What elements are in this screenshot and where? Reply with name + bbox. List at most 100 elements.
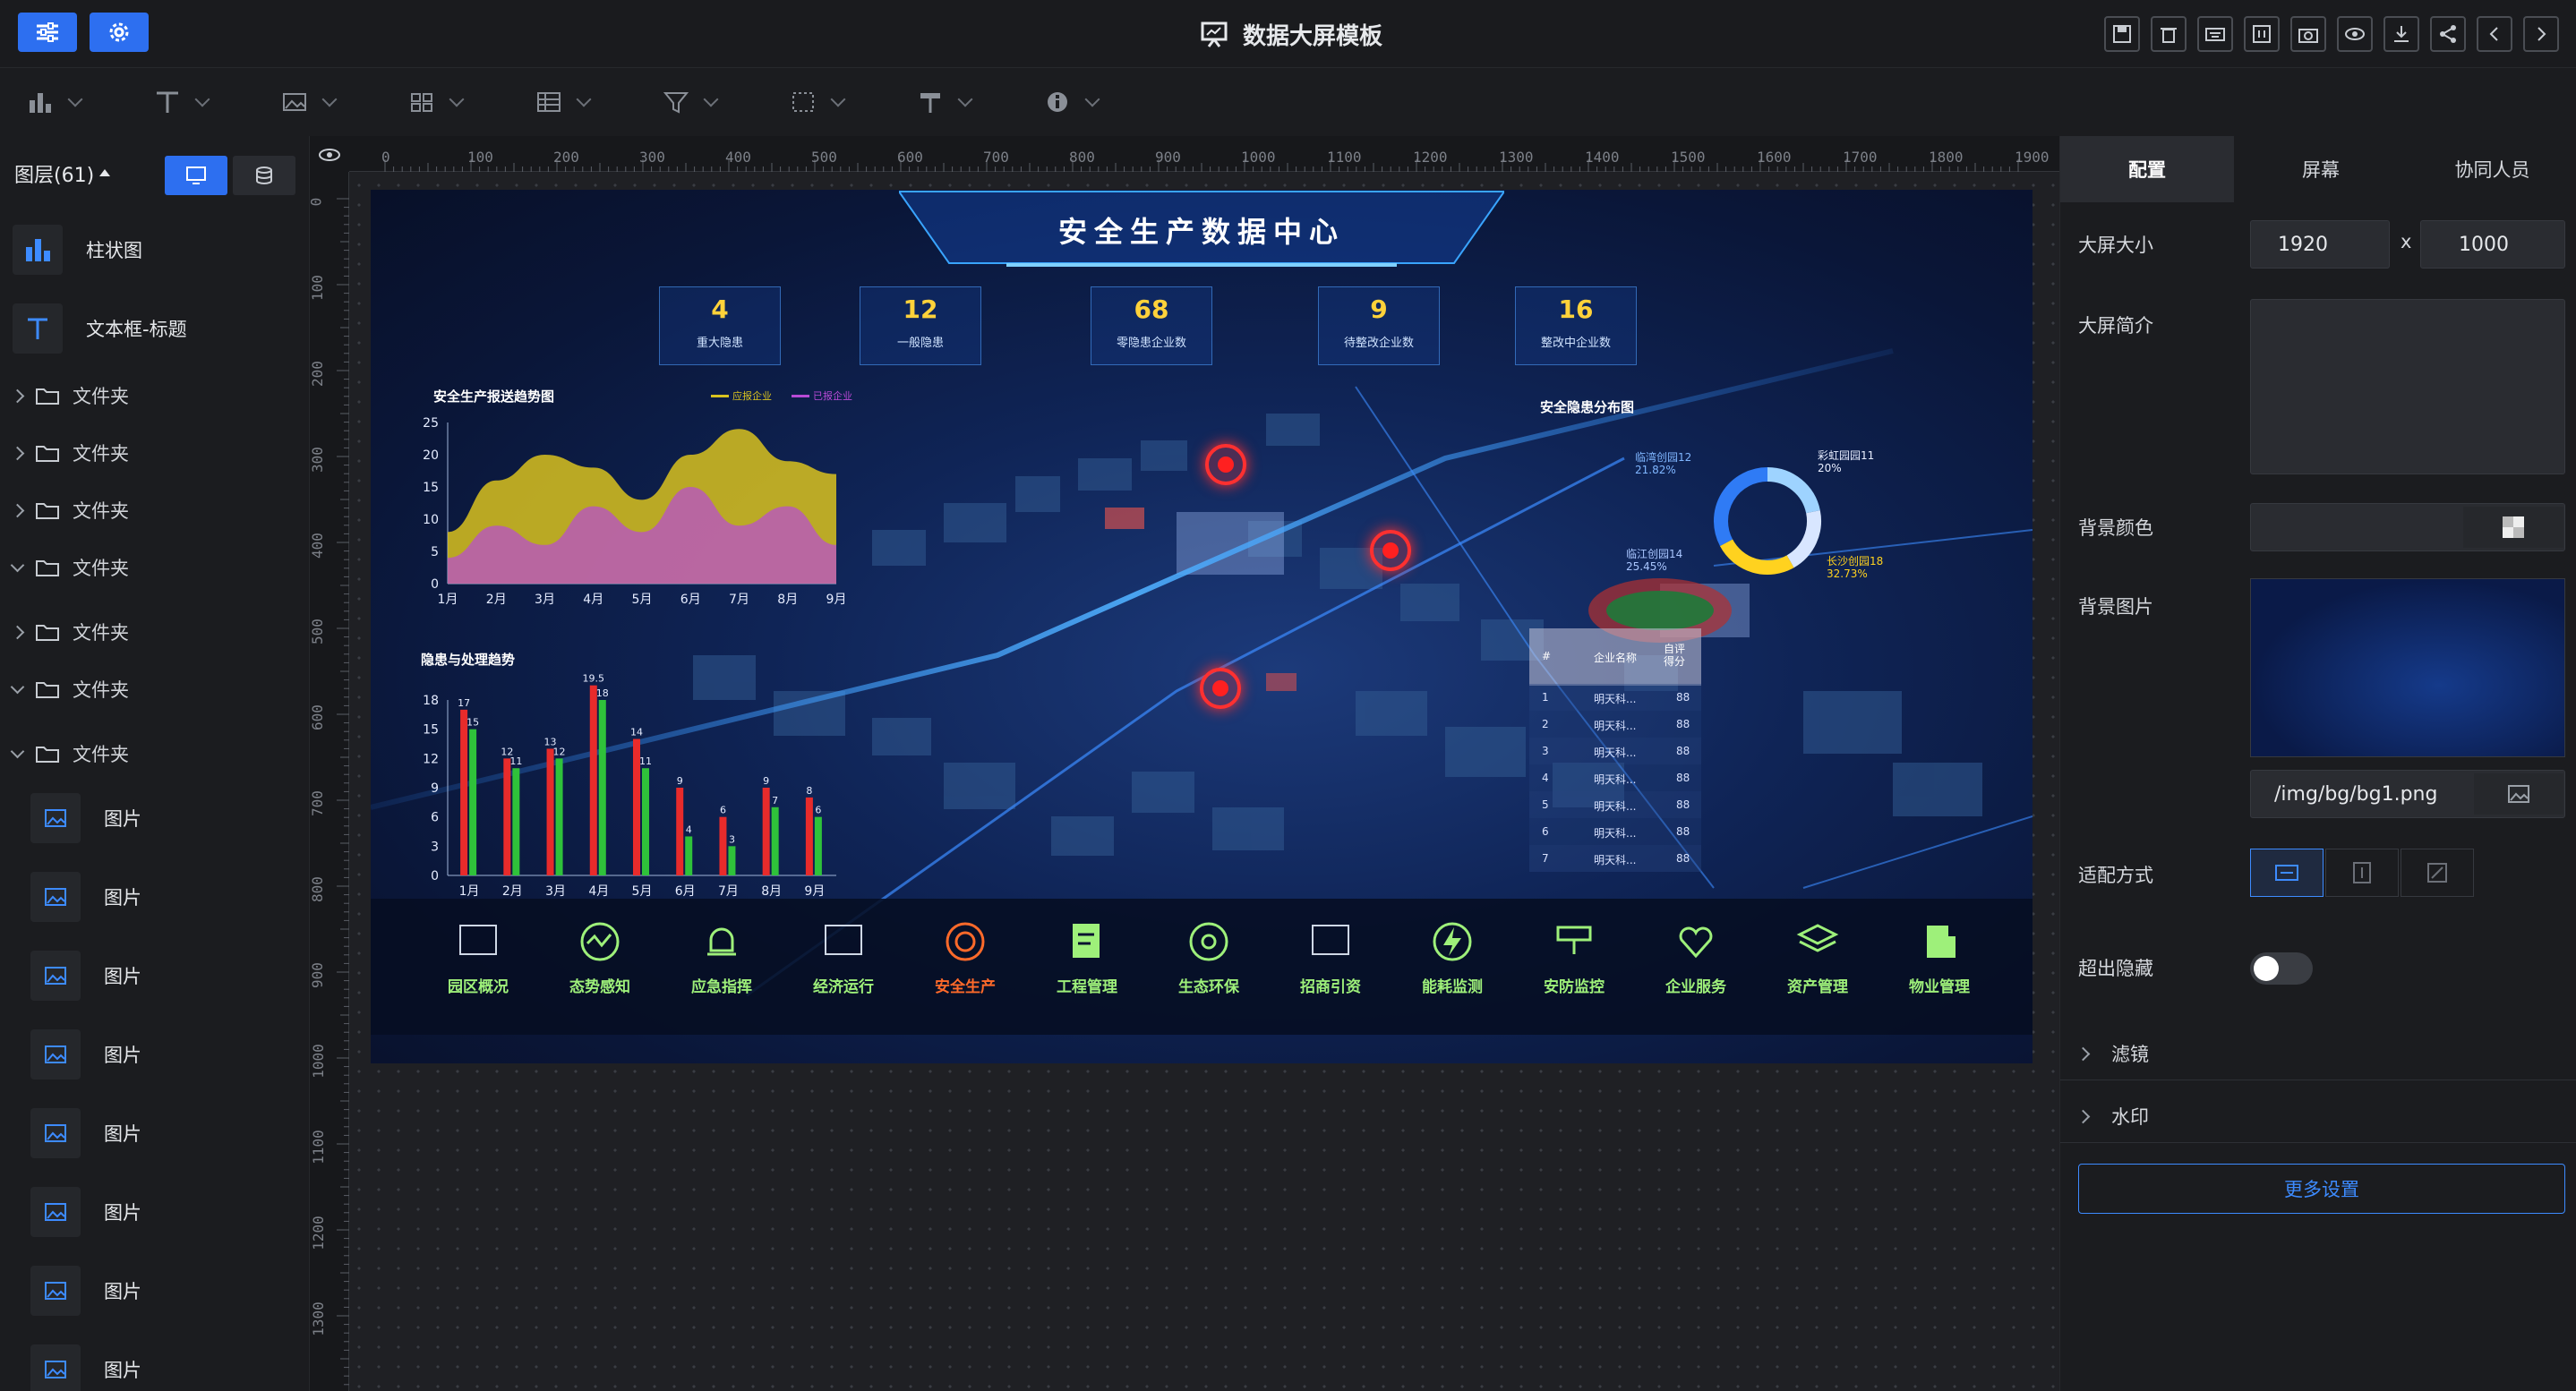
- alert-marker-icon[interactable]: [1205, 444, 1246, 485]
- layer-item-image[interactable]: 图片: [30, 1026, 299, 1083]
- bar-hazard: [762, 788, 770, 875]
- table-cell: 88: [1676, 798, 1690, 811]
- folder-label: 文件夹: [73, 500, 129, 522]
- sliders-button[interactable]: [18, 13, 77, 52]
- nav-item-7[interactable]: 生态环保: [1155, 917, 1262, 996]
- horizontal-ruler[interactable]: 0 100 200 300 400 500 600 700 800 900 10…: [349, 136, 2059, 172]
- layer-item-image[interactable]: 图片: [30, 1183, 299, 1241]
- dashboard-screen[interactable]: 安全生产数据中心 4 重大隐患 12 一般隐患 68 零隐患企业数 9 待整改企业数 1…: [371, 190, 2033, 1063]
- folder-item[interactable]: 文件夹: [10, 736, 299, 772]
- watermark-section[interactable]: 水印: [2075, 1103, 2149, 1130]
- nav-item-4[interactable]: 经济运行: [790, 917, 897, 996]
- vertical-ruler[interactable]: 0 100 200 300 400 500 600 700 800 900 10…: [307, 172, 349, 1391]
- layer-item-text-title[interactable]: 文本框-标题: [13, 297, 299, 360]
- table-row: 5 明天科... 88: [1529, 791, 1701, 818]
- delete-button[interactable]: [2151, 16, 2187, 52]
- filter-menu[interactable]: [663, 86, 719, 118]
- nav-item-10[interactable]: 安防监控: [1520, 917, 1628, 996]
- kpi-label: 整改中企业数: [1540, 337, 1611, 350]
- upload-image-button[interactable]: [2474, 773, 2563, 815]
- screenshot-button[interactable]: [2290, 16, 2326, 52]
- settings-button[interactable]: [90, 13, 149, 52]
- nav-item-3[interactable]: 应急指挥: [668, 917, 775, 996]
- layer-item-bar-chart[interactable]: 柱状图: [13, 218, 299, 281]
- filter-section[interactable]: 滤镜: [2075, 1040, 2149, 1067]
- tab-collaborators[interactable]: 协同人员: [2408, 136, 2576, 202]
- overflow-hidden-toggle[interactable]: [2250, 952, 2313, 985]
- code-button[interactable]: [2244, 16, 2280, 52]
- tab-data-layers[interactable]: [233, 156, 295, 195]
- grid-menu[interactable]: [408, 86, 465, 118]
- bg-image-preview[interactable]: [2250, 578, 2565, 757]
- tab-screen-layers[interactable]: [165, 156, 227, 195]
- fit-height-option[interactable]: [2325, 849, 2399, 897]
- color-picker-button[interactable]: [2463, 507, 2563, 548]
- kpi-card: 12 一般隐患: [860, 286, 981, 365]
- layers-title[interactable]: 图层(61): [14, 159, 94, 188]
- layer-item-image[interactable]: 图片: [30, 868, 299, 926]
- image-icon: [30, 872, 81, 922]
- folder-item[interactable]: 文件夹: [10, 378, 299, 414]
- nav-item-2[interactable]: 态势感知: [546, 917, 654, 996]
- screen-width-input[interactable]: 1920: [2250, 220, 2390, 269]
- text-icon: [157, 91, 178, 113]
- table-cell: 88: [1676, 718, 1690, 730]
- brush-menu[interactable]: [917, 86, 973, 118]
- alert-marker-icon[interactable]: [1200, 668, 1241, 709]
- layer-item-image[interactable]: 图片: [30, 789, 299, 847]
- forward-button[interactable]: [2523, 16, 2559, 52]
- fit-width-option[interactable]: [2250, 849, 2324, 897]
- table-row: 1 明天科... 88: [1529, 684, 1701, 711]
- nav-item-5[interactable]: 安全生产: [911, 917, 1019, 996]
- back-button[interactable]: [2477, 16, 2512, 52]
- screen-intro-textarea[interactable]: [2250, 299, 2565, 474]
- share-button[interactable]: [2430, 16, 2466, 52]
- folder-icon: [36, 625, 59, 641]
- x-tick-label: 7月: [718, 884, 739, 897]
- alert-marker-icon[interactable]: [1370, 530, 1411, 571]
- nav-item-1[interactable]: 园区概况: [424, 917, 532, 996]
- donut-label-name: 长沙创园18: [1827, 555, 1884, 567]
- chevron-down-icon: [10, 679, 25, 694]
- download-button[interactable]: [2383, 16, 2419, 52]
- select-menu[interactable]: [790, 86, 846, 118]
- image-menu[interactable]: [281, 86, 338, 118]
- folder-item[interactable]: 文件夹: [10, 492, 299, 528]
- y-tick-label: 9: [431, 781, 439, 796]
- nav-item-8[interactable]: 招商引资: [1277, 917, 1384, 996]
- layer-item-image[interactable]: 图片: [30, 1262, 299, 1319]
- chart-menu[interactable]: [27, 86, 83, 118]
- folder-item[interactable]: 文件夹: [10, 435, 299, 471]
- save-button[interactable]: [2104, 16, 2140, 52]
- folder-icon: [36, 446, 59, 462]
- ruler-corner[interactable]: [310, 136, 349, 172]
- tab-config[interactable]: 配置: [2060, 136, 2234, 202]
- nav-item-9[interactable]: 能耗监测: [1399, 917, 1506, 996]
- nav-item-11[interactable]: 企业服务: [1642, 917, 1750, 996]
- tab-screen[interactable]: 屏幕: [2234, 136, 2408, 202]
- area-chart: 0 5 10 15 20 25 1月 2月 3月 4月 5月 6月 7月 8月 9月: [423, 416, 846, 607]
- info-menu[interactable]: [1044, 86, 1100, 118]
- layer-item-image[interactable]: 图片: [30, 1105, 299, 1162]
- bar-data-label: 8: [806, 785, 812, 797]
- preview-button[interactable]: [2337, 16, 2373, 52]
- keyboard-button[interactable]: [2197, 16, 2233, 52]
- gear-icon: [109, 22, 129, 42]
- layer-item-image[interactable]: 图片: [30, 947, 299, 1004]
- nav-item-6[interactable]: 工程管理: [1033, 917, 1141, 996]
- folder-item[interactable]: 文件夹: [10, 614, 299, 650]
- folder-icon: [36, 560, 59, 576]
- text-menu[interactable]: [154, 86, 210, 118]
- nav-item-12[interactable]: 资产管理: [1764, 917, 1871, 996]
- bar-handled: [469, 729, 477, 875]
- caret-up-icon[interactable]: [98, 168, 111, 177]
- screen-height-input[interactable]: 1000: [2420, 220, 2565, 269]
- layer-item-image[interactable]: 图片: [30, 1341, 299, 1391]
- table-menu[interactable]: [535, 86, 592, 118]
- more-settings-button[interactable]: 更多设置: [2078, 1164, 2565, 1214]
- fit-stretch-option[interactable]: [2401, 849, 2474, 897]
- bar-hazard: [589, 685, 597, 875]
- nav-item-13[interactable]: 物业管理: [1886, 917, 1993, 996]
- folder-item[interactable]: 文件夹: [10, 550, 299, 585]
- folder-item[interactable]: 文件夹: [10, 671, 299, 707]
